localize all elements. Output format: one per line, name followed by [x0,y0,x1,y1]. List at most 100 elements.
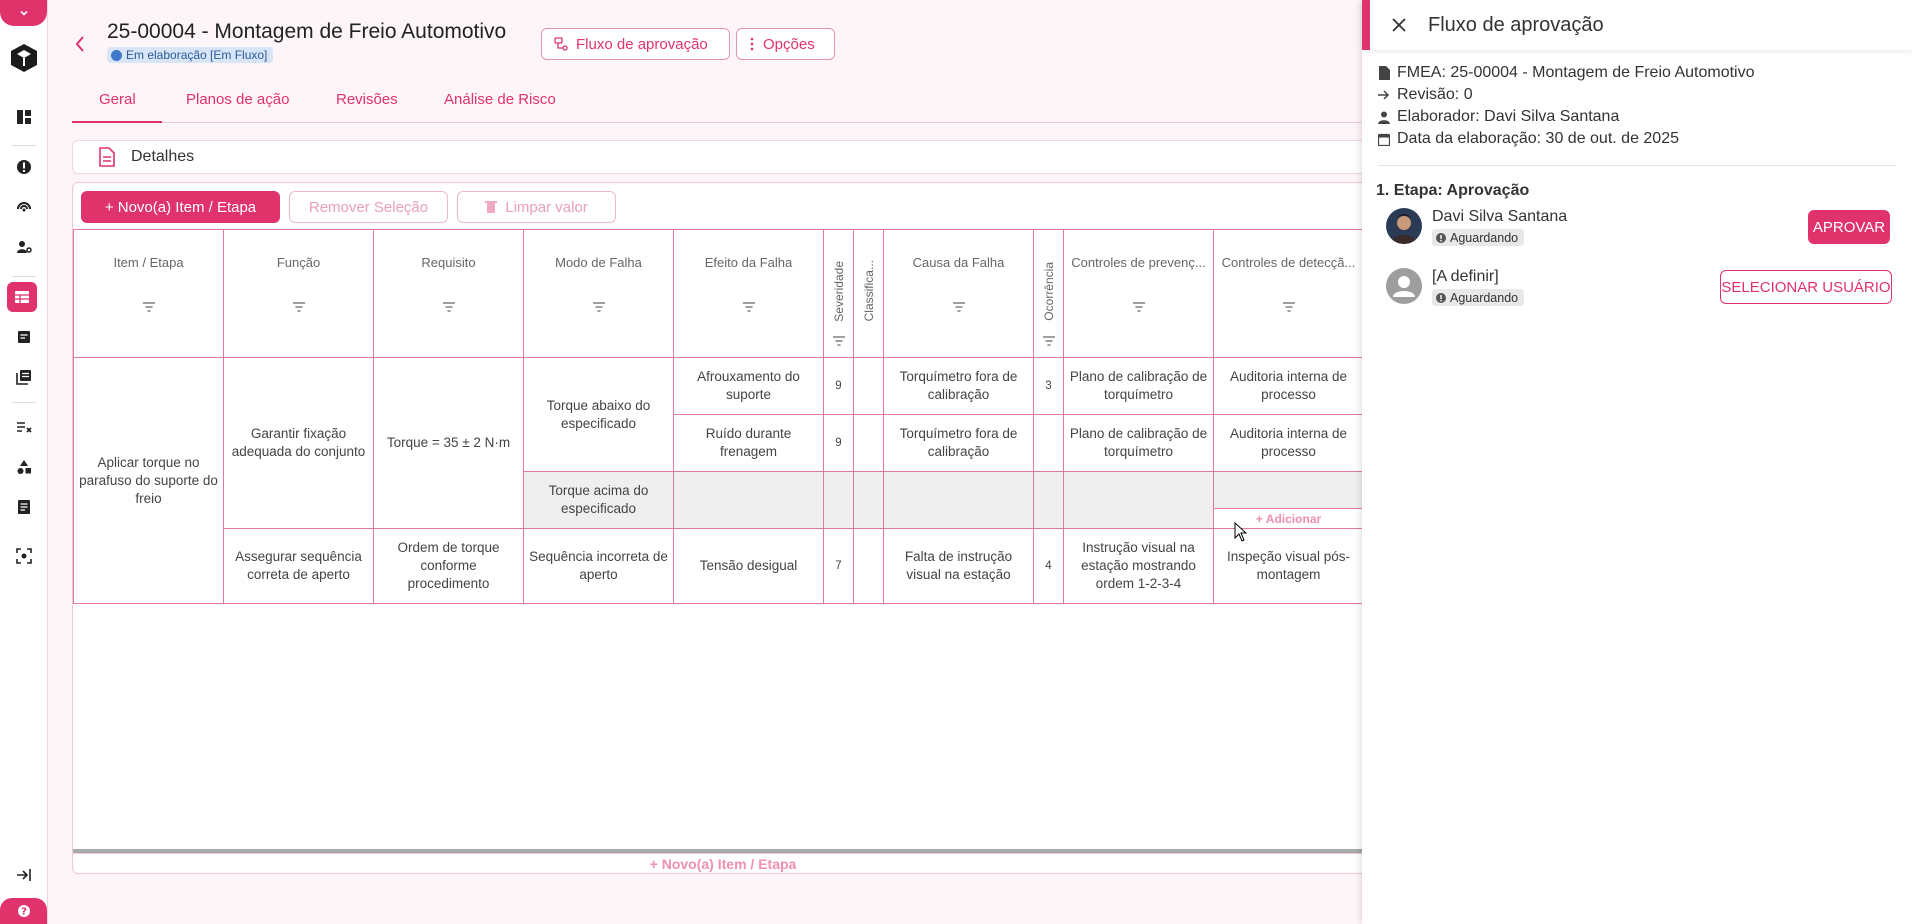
fmea-table-icon[interactable] [7,282,37,312]
column-header-severity[interactable]: Severidade [823,229,854,358]
bottom-new-item-link[interactable]: + Novo(a) Item / Etapa [73,853,1371,873]
cell-failure-effect[interactable]: Ruído durante frenagem [673,414,824,472]
tab-analise-de-risco[interactable]: Análise de Risco [444,90,556,123]
user-settings-icon[interactable] [11,234,37,260]
cell-severity[interactable]: 9 [823,414,854,472]
column-header-failure-effect[interactable]: Efeito da Falha [673,229,824,358]
filter-icon[interactable] [1132,299,1145,317]
cell-requirement[interactable]: Torque = 35 ± 2 N·m [373,357,524,529]
cell-prevention-controls[interactable]: Plano de calibração de torquímetro [1063,357,1214,415]
cell-failure-cause[interactable]: Falta de instrução visual na estação [883,528,1034,604]
divider [1378,165,1896,166]
dashboard-icon[interactable] [11,104,37,130]
cell-prevention-controls[interactable] [1063,471,1214,529]
filter-icon[interactable] [832,333,845,351]
clear-value-button[interactable]: Limpar valor [457,191,616,223]
column-header-requirement[interactable]: Requisito [373,229,524,358]
status-badge: Em elaboração [Em Fluxo] [107,47,274,63]
shapes-icon[interactable] [11,454,37,480]
close-drawer-button[interactable] [1388,14,1410,36]
cell-severity[interactable]: 7 [823,528,854,604]
fmea-grid-panel: + Novo(a) Item / Etapa Remover Seleção L… [72,182,1372,874]
filter-icon[interactable] [442,299,455,317]
approver-row: [A definir] Aguardando SELECIONAR USUÁRI… [1386,268,1896,312]
cell-prevention-controls[interactable]: Plano de calibração de torquímetro [1063,414,1214,472]
info-icon [1436,232,1446,243]
checklist-icon[interactable] [11,414,37,440]
column-header-detection-controls[interactable]: Controles de detecçã... [1213,229,1364,358]
cell-occurrence[interactable] [1033,414,1064,472]
cell-severity[interactable]: 9 [823,357,854,415]
cell-requirement[interactable]: Ordem de torque conforme procedimento [373,528,524,604]
mouse-cursor-icon [1234,522,1248,542]
tab-bar: Geral Planos de ação Revisões Análise de… [72,90,1368,123]
column-header-failure-mode[interactable]: Modo de Falha [523,229,674,358]
help-icon: ? [17,905,30,918]
scan-icon[interactable] [11,543,37,569]
cell-failure-mode[interactable]: Torque abaixo do especificado [523,357,674,472]
library-icon[interactable] [11,364,37,390]
column-header-occurrence[interactable]: Ocorrência [1033,229,1064,358]
filter-icon[interactable] [592,299,605,317]
cell-occurrence[interactable]: 3 [1033,357,1064,415]
cell-failure-cause[interactable] [883,471,1034,529]
column-header-classification[interactable]: Classifica... [853,229,884,358]
new-item-button[interactable]: + Novo(a) Item / Etapa [81,191,280,223]
help-button[interactable]: ? [0,898,47,924]
filter-icon[interactable] [952,299,965,317]
page-title: 25-00004 - Montagem de Freio Automotivo [107,20,507,43]
cell-classification[interactable] [853,414,884,472]
tab-revisoes[interactable]: Revisões [336,90,398,123]
cell-failure-effect[interactable] [673,471,824,529]
details-section-header[interactable]: Detalhes [72,140,1372,174]
tab-planos-de-acao[interactable]: Planos de ação [186,90,289,123]
cell-function[interactable]: Garantir fixação adequada do conjunto [223,357,374,529]
options-button[interactable]: Opções [736,28,835,60]
cell-detection-controls[interactable]: Auditoria interna de processo [1213,357,1364,415]
close-icon [1392,18,1406,32]
chevron-left-icon [75,36,84,52]
cell-classification[interactable] [853,471,884,529]
remove-selection-button[interactable]: Remover Seleção [289,191,448,223]
filter-icon[interactable] [1282,299,1295,317]
cell-detection-controls[interactable]: Auditoria interna de processo [1213,414,1364,472]
cell-failure-mode[interactable]: Sequência incorreta de aperto [523,528,674,604]
select-user-button[interactable]: SELECIONAR USUÁRIO [1720,270,1892,304]
approve-button[interactable]: APROVAR [1808,210,1890,244]
fmea-info: FMEA: 25-00004 - Montagem de Freio Autom… [1378,64,1755,82]
back-button[interactable] [70,32,90,56]
cell-occurrence[interactable]: 4 [1033,528,1064,604]
column-header-prevention-controls[interactable]: Controles de prevenç... [1063,229,1214,358]
approver-row: Davi Silva Santana Aguardando APROVAR [1386,208,1896,252]
expand-sidebar-icon[interactable] [11,862,37,888]
cell-detection-controls[interactable]: + Adicionar [1213,471,1364,529]
cell-occurrence[interactable] [1033,471,1064,529]
cell-function[interactable]: Assegurar sequência correta de aperto [223,528,374,604]
cell-failure-effect[interactable]: Tensão desigual [673,528,824,604]
cell-failure-cause[interactable]: Torquímetro fora de calibração [883,414,1034,472]
cell-classification[interactable] [853,528,884,604]
alert-icon[interactable] [11,154,37,180]
report-icon[interactable] [11,494,37,520]
cell-failure-effect[interactable]: Afrouxamento do suporte [673,357,824,415]
cell-failure-cause[interactable]: Torquímetro fora de calibração [883,357,1034,415]
column-header-item[interactable]: Item / Etapa [73,229,224,358]
filter-icon[interactable] [292,299,305,317]
radar-icon[interactable] [11,194,37,220]
collapse-menu-button[interactable] [0,0,47,26]
cell-item[interactable]: Aplicar torque no parafuso do suporte do… [73,357,224,604]
cell-prevention-controls[interactable]: Instrução visual na estação mostrando or… [1063,528,1214,604]
approval-flow-button[interactable]: Fluxo de aprovação [541,28,730,60]
cell-severity[interactable] [823,471,854,529]
document-icon[interactable] [11,324,37,350]
info-icon [1436,292,1446,303]
filter-icon[interactable] [742,299,755,317]
app-logo-icon[interactable] [8,42,40,74]
filter-icon[interactable] [142,299,155,317]
column-header-failure-cause[interactable]: Causa da Falha [883,229,1034,358]
column-header-function[interactable]: Função [223,229,374,358]
tab-geral[interactable]: Geral [72,90,162,123]
filter-icon[interactable] [1042,333,1055,351]
cell-failure-mode[interactable]: Torque acima do especificado [523,471,674,529]
cell-classification[interactable] [853,357,884,415]
